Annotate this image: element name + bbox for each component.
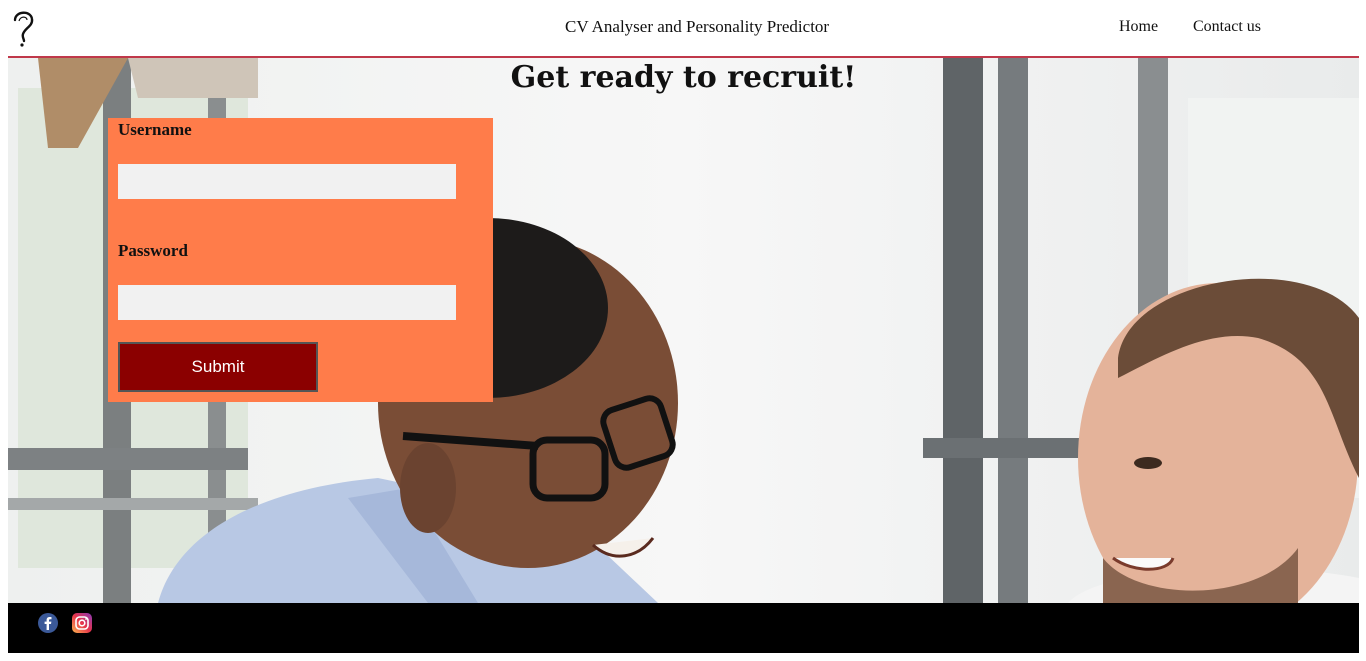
logo-icon xyxy=(13,11,34,47)
username-label: Username xyxy=(118,120,192,139)
footer xyxy=(8,603,1359,653)
submit-button[interactable]: Submit xyxy=(118,342,318,392)
facebook-icon[interactable] xyxy=(38,613,58,633)
site-title: CV Analyser and Personality Predictor xyxy=(565,17,830,36)
login-form: Username Password Submit xyxy=(108,118,493,402)
password-label: Password xyxy=(118,241,188,260)
hero-heading: Get ready to recruit! xyxy=(510,60,857,95)
nav-contact-link[interactable]: Contact us xyxy=(1193,18,1261,36)
nav-home-link[interactable]: Home xyxy=(1119,18,1158,36)
username-input[interactable] xyxy=(118,164,456,199)
password-input[interactable] xyxy=(118,285,456,320)
instagram-icon[interactable] xyxy=(72,613,92,633)
top-header: CV Analyser and Personality Predictor Ho… xyxy=(0,0,1366,56)
